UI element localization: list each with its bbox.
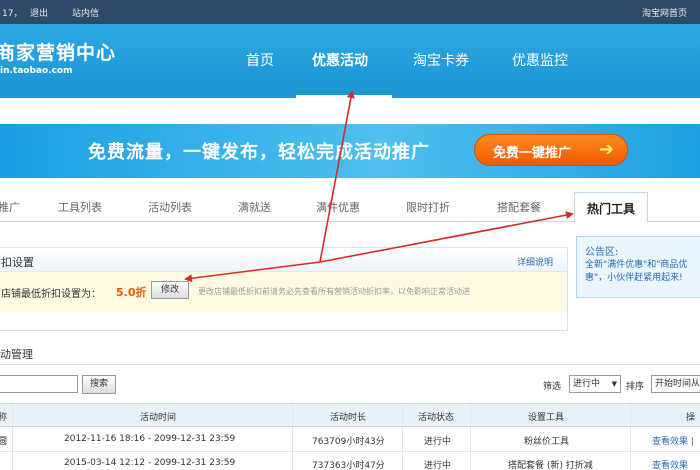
- column-divider: [470, 404, 471, 470]
- taobao-home-link[interactable]: 淘宝网首页: [642, 6, 687, 19]
- min-discount-label: 店铺最低折扣设置为：: [1, 289, 101, 300]
- column-divider: [630, 404, 631, 470]
- logout-link[interactable]: 退出: [30, 6, 48, 19]
- tab-time-limited-discount[interactable]: 限时打折: [406, 199, 450, 215]
- row-time: 2015-03-14 12:12 - 2099-12-31 23:59: [64, 458, 236, 468]
- notice-title: 公告区:: [585, 247, 619, 258]
- col-status: 活动状态: [418, 413, 455, 423]
- page-root: 17， 退出 站内信 淘宝网首页 商家营销中心 in.taobao.com 首页…: [0, 0, 700, 470]
- tab-promotion[interactable]: 推广: [0, 199, 20, 215]
- tab-bundle[interactable]: 搭配套餐: [497, 199, 541, 215]
- nav-coupons[interactable]: 淘宝卡券: [413, 24, 469, 98]
- detail-help-link[interactable]: 详细说明: [517, 255, 553, 268]
- arrow-right-icon: ➔: [599, 139, 615, 160]
- sort-value: 开始时间从: [655, 379, 700, 389]
- col-action: 操: [686, 413, 696, 423]
- row-status: 进行中: [424, 437, 452, 447]
- tool-tabs: 推广 工具列表 活动列表 满就送 满件优惠 限时打折 搭配套餐 热门工具: [0, 192, 700, 223]
- min-discount-value: 5.0折: [116, 286, 147, 299]
- col-tool: 设置工具: [528, 413, 565, 423]
- notice-board: 公告区: 全新"满件优惠"和"商品优惠"，小伙伴赶紧用起来!: [576, 236, 700, 298]
- tab-tool-list[interactable]: 工具列表: [58, 199, 102, 215]
- nav-home[interactable]: 首页: [246, 24, 274, 98]
- sort-label: 排序: [626, 382, 645, 392]
- col-time: 活动时间: [140, 413, 177, 423]
- status-filter-value: 进行中: [573, 379, 601, 389]
- discount-settings-panel: 扣设置 详细说明 店铺最低折扣设置为： 5.0折 修改 更改店铺最低折扣前请务必…: [0, 247, 568, 331]
- discount-settings-header: 扣设置 详细说明: [0, 248, 567, 272]
- col-duration: 活动时长: [330, 413, 367, 423]
- nav-monitor[interactable]: 优惠监控: [512, 24, 568, 98]
- chevron-down-icon: ▼: [611, 380, 617, 388]
- column-divider: [12, 404, 13, 470]
- row-tool: 粉丝价工具: [524, 437, 570, 447]
- section-divider: [0, 364, 700, 365]
- nav-promotions[interactable]: 优惠活动: [312, 24, 368, 98]
- row-status: 进行中: [424, 461, 452, 470]
- table-header: 称 活动时间 活动时长 活动状态 设置工具 操: [0, 403, 700, 427]
- site-header: 商家营销中心 in.taobao.com 首页 优惠活动 淘宝卡券 优惠监控: [0, 24, 700, 98]
- top-bar: 17， 退出 站内信 淘宝网首页: [0, 0, 700, 24]
- view-effect-link[interactable]: 查看效果: [652, 458, 688, 470]
- user-name: 17，: [2, 9, 23, 19]
- activity-management-title: 动管理: [0, 348, 33, 361]
- row-time: 2012-11-16 18:16 - 2099-12-31 23:59: [64, 434, 236, 444]
- messages-link[interactable]: 站内信: [72, 6, 99, 19]
- promo-button-label: 免费一键推广: [493, 146, 572, 161]
- filter-label: 筛选: [543, 382, 562, 392]
- notice-text[interactable]: 全新"满件优惠"和"商品优惠"，小伙伴赶紧用起来!: [585, 259, 700, 285]
- row-name: 圆: [0, 437, 8, 447]
- status-filter-select[interactable]: 进行中 ▼: [569, 375, 621, 393]
- activity-search-input[interactable]: [0, 375, 78, 393]
- view-effect-link[interactable]: 查看效果 |: [652, 434, 694, 447]
- table-row: 圆 2012-11-16 18:16 - 2099-12-31 23:59 76…: [0, 428, 700, 452]
- discount-settings-title: 扣设置: [1, 256, 34, 269]
- logo-url: in.taobao.com: [0, 66, 73, 76]
- active-nav-indicator: [296, 95, 392, 98]
- col-name: 称: [0, 413, 8, 423]
- row-tool: 搭配套餐 (新) 打折减: [508, 461, 593, 470]
- tab-hot-tools[interactable]: 热门工具: [574, 192, 649, 223]
- logo-title[interactable]: 商家营销中心: [0, 38, 116, 65]
- one-click-promo-button[interactable]: 免费一键推广 ➔: [474, 134, 628, 166]
- promo-banner: 免费流量，一键发布，轻松完成活动推广 免费一键推广 ➔: [0, 124, 700, 178]
- discount-warning-note: 更改店铺最低折扣前请务必先查看所有营销活动折扣率，以免影响正常活动进: [198, 287, 470, 296]
- min-discount-row: 店铺最低折扣设置为： 5.0折 修改 更改店铺最低折扣前请务必先查看所有营销活动…: [0, 272, 567, 312]
- row-duration: 737363小时47分: [312, 461, 385, 470]
- search-button[interactable]: 搜索: [82, 375, 116, 394]
- column-divider: [292, 404, 293, 470]
- row-duration: 763709小时43分: [312, 437, 385, 447]
- tab-multi-item-discount[interactable]: 满件优惠: [316, 199, 360, 215]
- sort-select[interactable]: 开始时间从: [651, 375, 700, 393]
- tab-full-gift[interactable]: 满就送: [238, 199, 271, 215]
- table-row: 2015-03-14 12:12 - 2099-12-31 23:59 7373…: [0, 452, 700, 470]
- column-divider: [402, 404, 403, 470]
- tab-activity-list[interactable]: 活动列表: [148, 199, 192, 215]
- modify-discount-button[interactable]: 修改: [151, 281, 189, 299]
- banner-slogan: 免费流量，一键发布，轻松完成活动推广: [88, 142, 430, 163]
